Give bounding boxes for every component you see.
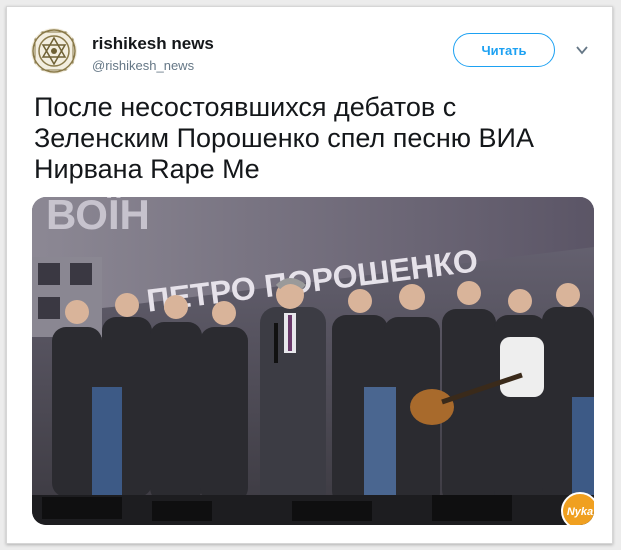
tweet-text: После несостоявшихся дебатов с Зеленским… [34,92,534,184]
yantra-logo-icon [32,29,76,73]
chevron-down-icon[interactable] [575,43,589,57]
tweet-card: rishikesh news @rishikesh_news Читать По… [6,6,613,544]
account-handle[interactable]: @rishikesh_news [92,58,194,73]
follow-button[interactable]: Читать [453,33,555,67]
avatar[interactable] [31,28,77,74]
banner-partial-text: ВОЇН [46,197,150,238]
watermark-text: Nyka [567,506,593,518]
tweet-photo[interactable]: ВОЇН ПЕТРО ПОРОШЕНКО Nyka [32,197,594,525]
concert-stage-photo: ВОЇН ПЕТРО ПОРОШЕНКО Nyka [32,197,594,525]
display-name[interactable]: rishikesh news [92,34,214,54]
